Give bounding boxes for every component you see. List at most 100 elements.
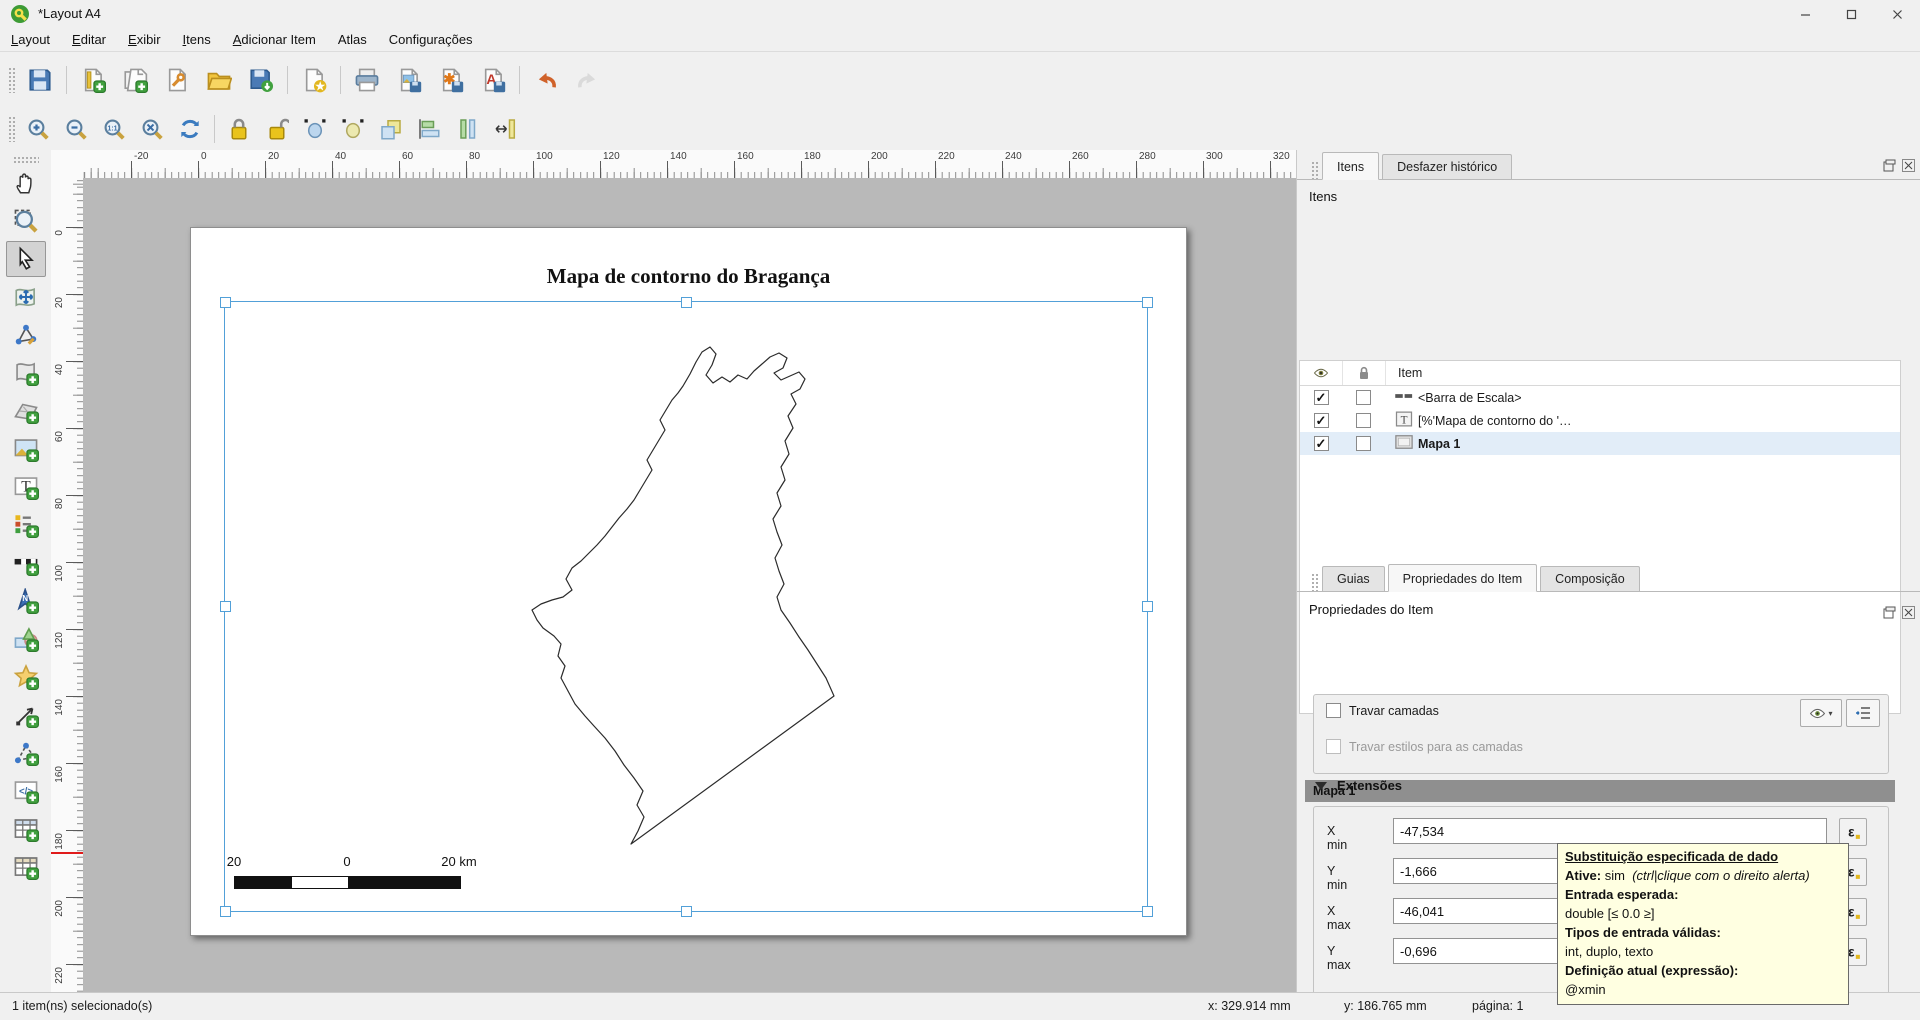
tab-propriedades-do-item[interactable]: Propriedades do Item (1388, 564, 1538, 592)
ruler-label: 100 (54, 565, 65, 582)
add-node-item-tool-button[interactable] (6, 735, 46, 771)
add-scalebar-tool-button[interactable] (6, 545, 46, 581)
pan-tool-button[interactable] (6, 165, 46, 201)
map-title-item[interactable]: Mapa de contorno do Bragança (191, 264, 1186, 289)
add-pages-button[interactable]: ★ (293, 60, 335, 100)
tab-itens[interactable]: Itens (1322, 152, 1379, 180)
export-pdf-button[interactable]: A (472, 60, 514, 100)
toolbox-handle[interactable] (13, 156, 39, 163)
tab-composi-o[interactable]: Composição (1540, 566, 1639, 591)
selection-handle[interactable] (220, 601, 231, 612)
add-arrow-tool-button[interactable] (6, 697, 46, 733)
menu-atlas[interactable]: Atlas (327, 29, 378, 50)
close-button[interactable] (1874, 0, 1920, 28)
layout-page[interactable]: Mapa de contorno do Bragança 20 0 20 km (190, 227, 1187, 936)
menu-editar[interactable]: Editar (61, 29, 117, 50)
duplicate-layout-button[interactable] (114, 60, 156, 100)
select-tool-button[interactable] (6, 241, 46, 277)
menu-itens[interactable]: Itens (172, 29, 222, 50)
new-layout-button[interactable] (72, 60, 114, 100)
add-legend-tool-button[interactable] (6, 507, 46, 543)
redo-button[interactable] (567, 60, 609, 100)
ungroup-items-button[interactable] (334, 112, 372, 146)
export-image-button[interactable] (388, 60, 430, 100)
add-3d-map-tool-button[interactable] (6, 393, 46, 429)
selection-handle[interactable] (1142, 601, 1153, 612)
scalebar-item[interactable] (234, 876, 461, 889)
item-row[interactable]: ✓T[%'Mapa de contorno do '… (1300, 409, 1900, 432)
menu-layout[interactable]: Layout (0, 29, 61, 50)
layer-list-button[interactable] (1846, 699, 1880, 727)
selection-handle[interactable] (681, 297, 692, 308)
maximize-button[interactable] (1828, 0, 1874, 28)
undo-button[interactable] (525, 60, 567, 100)
menu-exibir[interactable]: Exibir (117, 29, 172, 50)
layout-canvas[interactable]: Mapa de contorno do Bragança 20 0 20 km (83, 178, 1296, 992)
lock-items-button[interactable] (220, 112, 258, 146)
add-shape-tool-button[interactable] (6, 621, 46, 657)
tab-handle[interactable] (1311, 573, 1318, 591)
selection-handle[interactable] (1142, 906, 1153, 917)
zoom-tool-tool-button[interactable] (6, 203, 46, 239)
refresh-view-button[interactable] (171, 112, 209, 146)
extents-section-header[interactable]: Extensões (1315, 778, 1402, 793)
move-content-tool-button[interactable] (6, 279, 46, 315)
item-visibility-checkbox[interactable]: ✓ (1314, 413, 1329, 428)
zoom-in-button[interactable] (19, 112, 57, 146)
tab-desfazer-hist-rico[interactable]: Desfazer histórico (1382, 154, 1512, 179)
selection-handle[interactable] (1142, 297, 1153, 308)
align-items-button[interactable] (410, 112, 448, 146)
resize-items-button[interactable] (486, 112, 524, 146)
tab-guias[interactable]: Guias (1322, 566, 1385, 591)
item-lock-checkbox[interactable] (1356, 413, 1371, 428)
lock-styles-checkbox[interactable] (1326, 739, 1341, 754)
lock-layers-checkbox[interactable] (1326, 703, 1341, 718)
minimize-button[interactable] (1782, 0, 1828, 28)
save-template-button[interactable] (240, 60, 282, 100)
item-row[interactable]: ✓Mapa 1 (1300, 432, 1900, 455)
group-items-button[interactable] (296, 112, 334, 146)
item-visibility-checkbox[interactable]: ✓ (1314, 390, 1329, 405)
add-attribute-table-tool-button[interactable] (6, 811, 46, 847)
item-lock-checkbox[interactable] (1356, 390, 1371, 405)
close-panel-icon[interactable] (1902, 159, 1915, 172)
add-html-tool-button[interactable]: </> (6, 773, 46, 809)
raise-items-button[interactable] (372, 112, 410, 146)
distribute-items-button[interactable] (448, 112, 486, 146)
x-min-input[interactable] (1393, 818, 1827, 844)
item-lock-checkbox[interactable] (1356, 436, 1371, 451)
menu-adicionar-item[interactable]: Adicionar Item (222, 29, 327, 50)
unlock-items-button[interactable] (258, 112, 296, 146)
item-row[interactable]: ✓<Barra de Escala> (1300, 386, 1900, 409)
add-picture-tool-button[interactable] (6, 431, 46, 467)
menu-configura-es[interactable]: Configurações (378, 29, 484, 50)
export-svg-button[interactable]: ✱ (430, 60, 472, 100)
selection-handle[interactable] (681, 906, 692, 917)
toolbar-handle[interactable] (8, 116, 15, 142)
save-button[interactable] (19, 60, 61, 100)
add-marker-tool-button[interactable] (6, 659, 46, 695)
add-fixed-table-tool-button[interactable] (6, 849, 46, 885)
toolbar-handle[interactable] (8, 67, 15, 93)
data-defined-override-button[interactable]: ε (1839, 818, 1867, 846)
zoom-out-button[interactable] (57, 112, 95, 146)
zoom-actual-button[interactable]: 1:1 (95, 112, 133, 146)
zoom-full-button[interactable] (133, 112, 171, 146)
tab-handle[interactable] (1311, 161, 1318, 179)
visibility-preset-button[interactable]: ▾ (1800, 699, 1842, 727)
add-label-tool-button[interactable]: T (6, 469, 46, 505)
float-panel-icon[interactable] (1883, 159, 1896, 172)
add-map-tool-button[interactable] (6, 355, 46, 391)
close-panel-icon[interactable] (1902, 606, 1915, 619)
edit-nodes-tool-button[interactable] (6, 317, 46, 353)
print-button[interactable] (346, 60, 388, 100)
float-panel-icon[interactable] (1883, 606, 1896, 619)
selection-handle[interactable] (220, 297, 231, 308)
item-visibility-checkbox[interactable]: ✓ (1314, 436, 1329, 451)
map-item-selection-frame[interactable] (224, 301, 1148, 912)
selection-handle[interactable] (220, 906, 231, 917)
add-north-arrow-tool-button[interactable]: N (6, 583, 46, 619)
layout-manager-button[interactable] (156, 60, 198, 100)
ruler-corner (51, 150, 84, 179)
open-template-button[interactable] (198, 60, 240, 100)
